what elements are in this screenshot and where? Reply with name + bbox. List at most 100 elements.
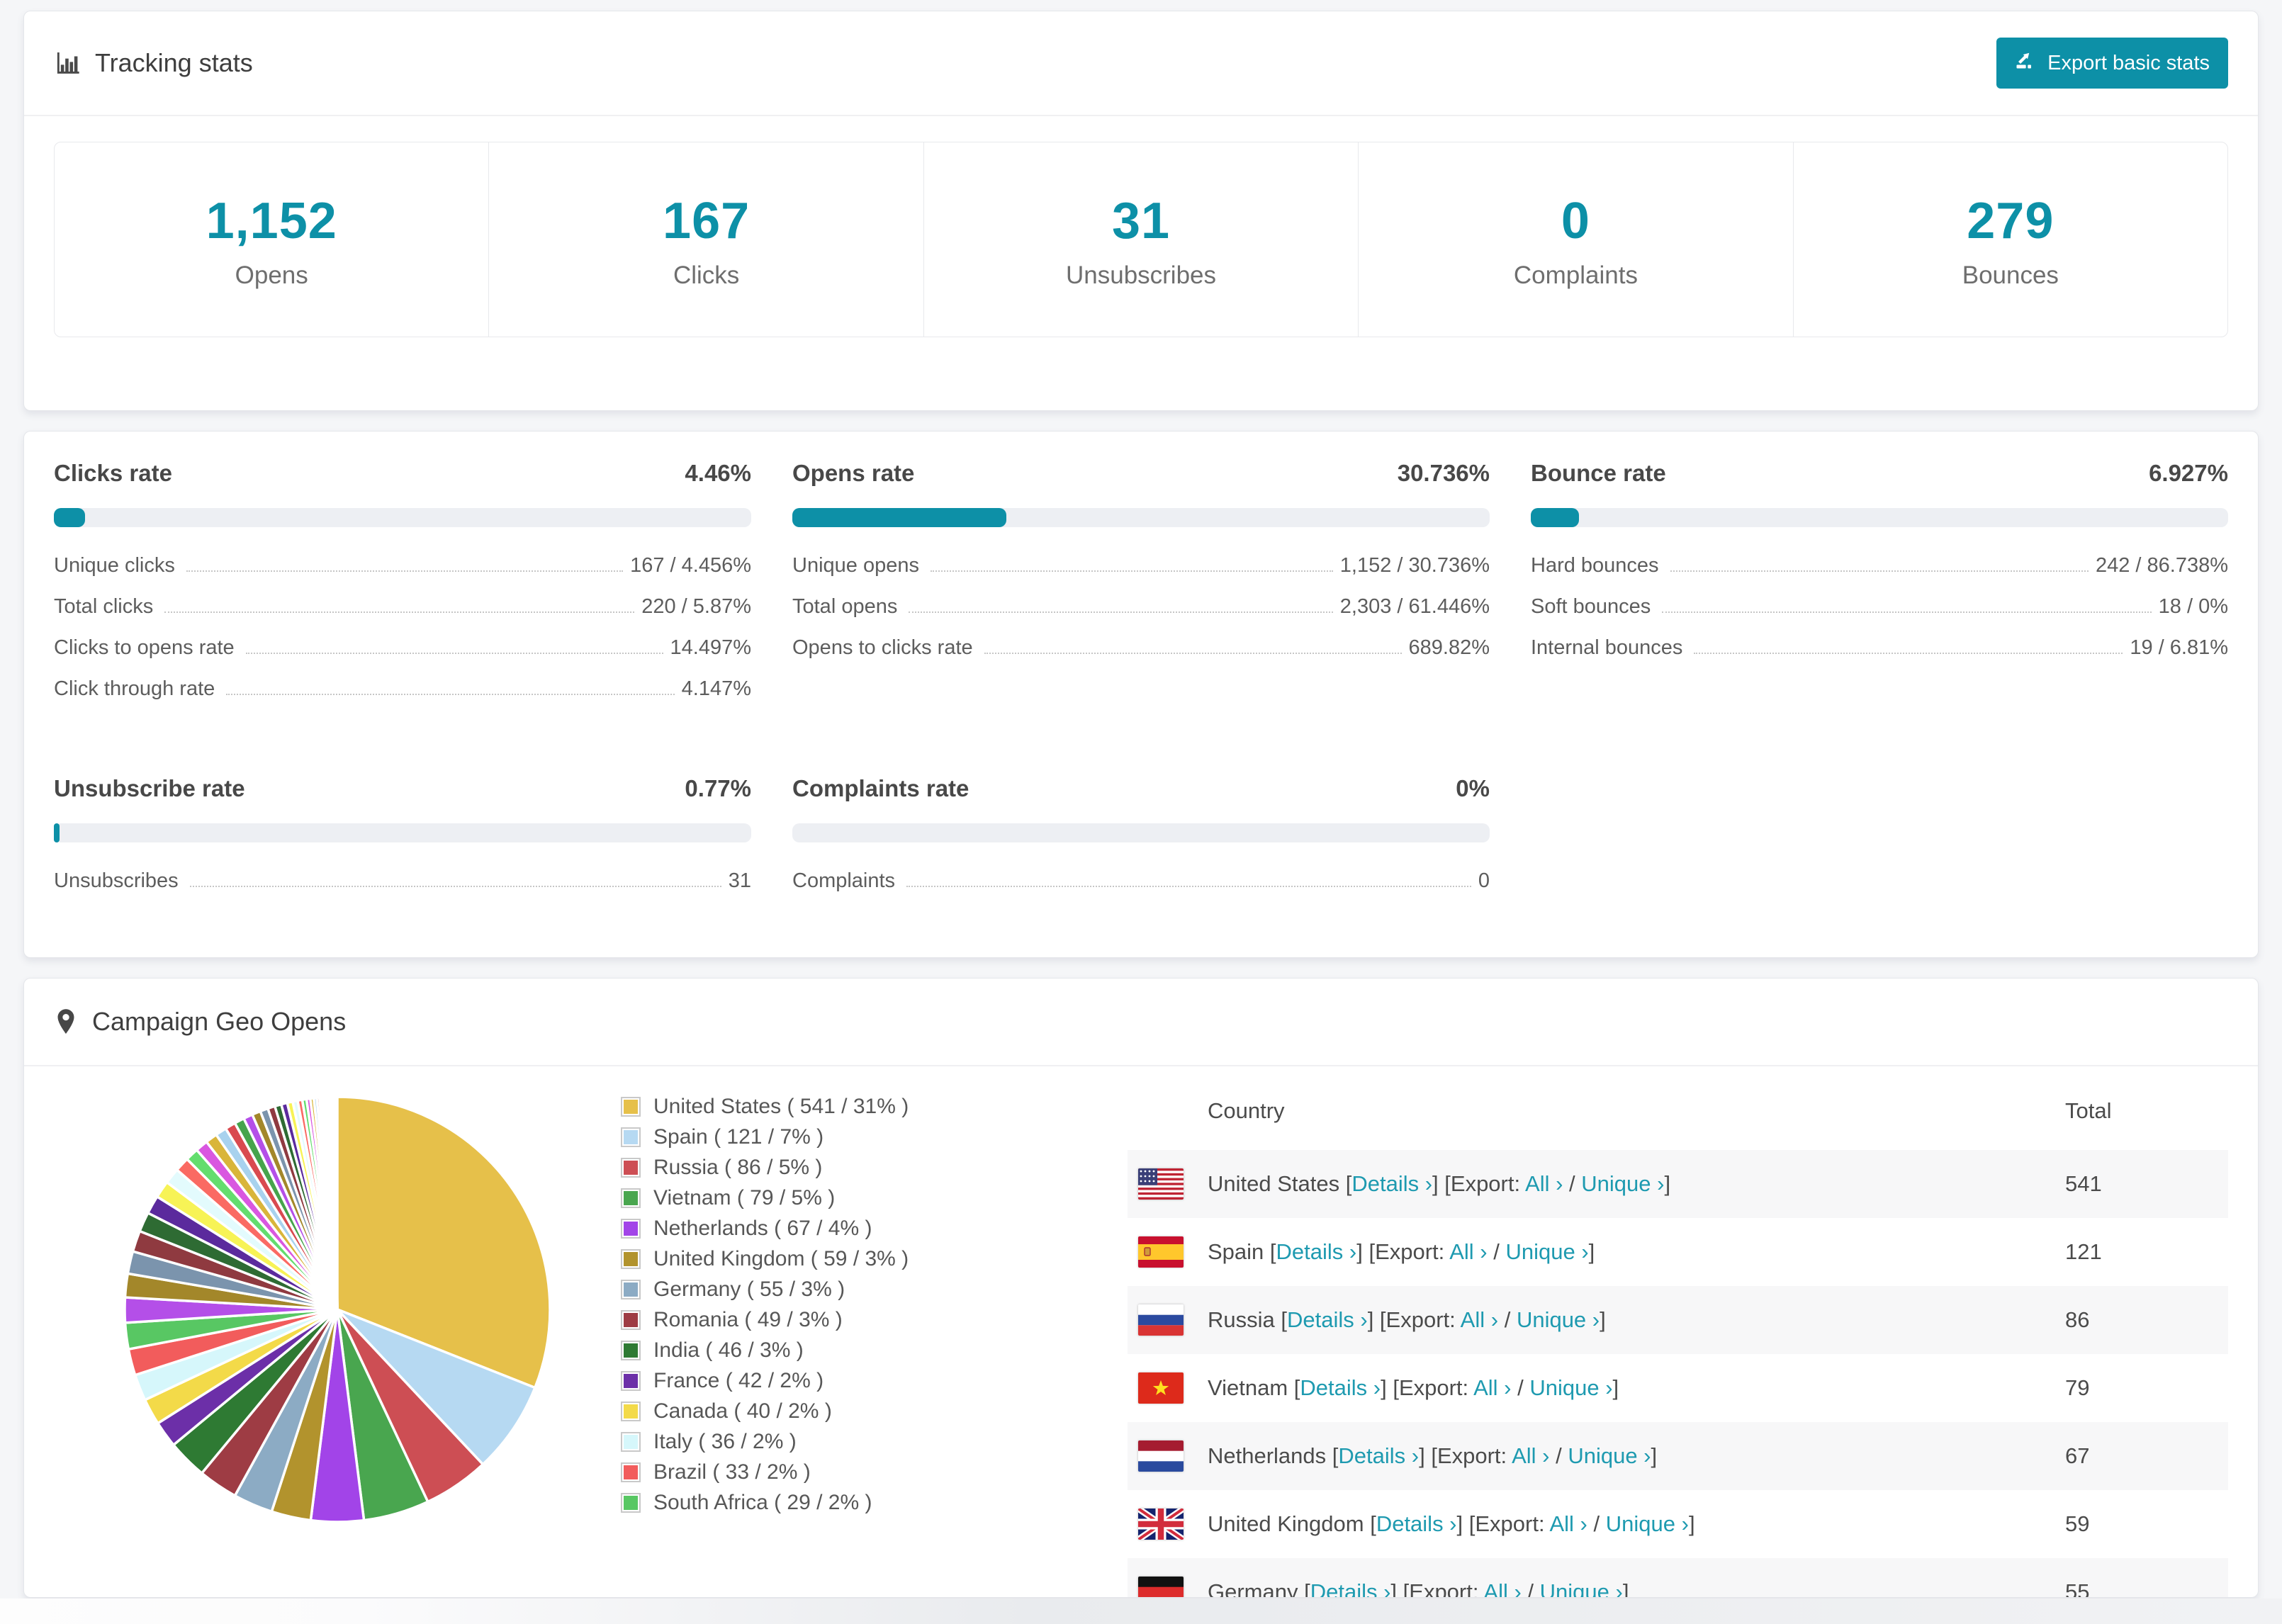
stat-value: 0 [1561, 193, 1590, 249]
rate-detail-row: Soft bounces 18 / 0% [1531, 585, 2228, 626]
export-all-link[interactable]: All › [1473, 1375, 1511, 1400]
stat-box-clicks: 167 Clicks [489, 142, 924, 337]
country-name: Spain [1208, 1239, 1264, 1264]
legend-swatch [621, 1341, 641, 1360]
rates-grid: Clicks rate 4.46% Unique clicks 167 / 4.456… [24, 432, 2258, 929]
tracking-stats-title-text: Tracking stats [95, 48, 253, 77]
legend-swatch [621, 1249, 641, 1269]
dotted-leader [189, 886, 721, 887]
rate-title: Clicks rate [54, 460, 172, 486]
rate-detail-value: 2,303 / 61.446% [1339, 595, 1490, 618]
legend-swatch [621, 1432, 641, 1452]
rate-detail-value: 167 / 4.456% [630, 554, 751, 577]
export-all-link[interactable]: All › [1525, 1171, 1563, 1196]
rate-detail-value: 0 [1478, 869, 1490, 892]
rate-detail-row: Hard bounces 242 / 86.738% [1531, 544, 2228, 585]
export-unique-link[interactable]: Unique › [1606, 1511, 1689, 1536]
link-separator: / [1556, 1443, 1562, 1468]
rate-detail-row: Clicks to opens rate 14.497% [54, 626, 751, 667]
total-cell: 67 [2065, 1443, 2090, 1468]
stat-box-unsubscribes: 31 Unsubscribes [924, 142, 1359, 337]
legend-item-united-kingdom: United Kingdom ( 59 / 3% ) [621, 1247, 1128, 1271]
rate-head: Complaints rate 0% [792, 775, 1490, 802]
total-cell: 55 [2065, 1579, 2090, 1598]
export-unique-link[interactable]: Unique › [1581, 1171, 1664, 1196]
rate-rows: Complaints 0 [792, 859, 1490, 901]
export-all-link[interactable]: All › [1512, 1443, 1549, 1468]
rate-progress-fill [54, 508, 85, 527]
export-all-link[interactable]: All › [1483, 1579, 1521, 1597]
rate-progress-track [54, 508, 751, 527]
link-separator: / [1493, 1239, 1500, 1264]
rate-title: Opens rate [792, 460, 915, 486]
export-icon [2015, 50, 2036, 77]
us-flag-icon [1138, 1168, 1184, 1200]
big-stats-row: 1,152 Opens 167 Clicks 31 Unsubscribes 0 Compla… [54, 142, 2228, 337]
legend-swatch [621, 1097, 641, 1117]
bar-chart-icon [54, 50, 81, 77]
export-unique-link[interactable]: Unique › [1517, 1307, 1600, 1332]
legend-label: France ( 42 / 2% ) [653, 1369, 824, 1392]
legend-swatch [621, 1127, 641, 1147]
export-basic-stats-button[interactable]: Export basic stats [1996, 38, 2228, 89]
table-row-germany: Germany [Details ›] [Export: All › / Uni… [1128, 1558, 2228, 1598]
dotted-leader [984, 653, 1402, 654]
legend-swatch [621, 1219, 641, 1239]
table-row-united-kingdom: United Kingdom [Details ›] [Export: All … [1128, 1490, 2228, 1558]
legend-swatch [621, 1310, 641, 1330]
dotted-leader [164, 611, 635, 613]
dotted-leader [930, 570, 1333, 572]
stat-value: 167 [663, 193, 751, 249]
export-button-label: Export basic stats [2047, 51, 2210, 74]
country-cell: United Kingdom [Details ›] [Export: All … [1208, 1511, 1695, 1536]
export-all-link[interactable]: All › [1549, 1511, 1587, 1536]
geo-title: Campaign Geo Opens [54, 1007, 346, 1037]
legend-swatch [621, 1371, 641, 1391]
table-row-spain: Spain [Details ›] [Export: All › / Uniqu… [1128, 1218, 2228, 1286]
dotted-leader [1694, 653, 2123, 654]
legend-label: Canada ( 40 / 2% ) [653, 1399, 832, 1423]
rate-detail-label: Hard bounces [1531, 554, 1659, 577]
rate-value: 30.736% [1397, 460, 1490, 486]
details-link[interactable]: Details › [1338, 1443, 1419, 1468]
rate-detail-label: Soft bounces [1531, 595, 1651, 618]
rate-detail-label: Unique clicks [54, 554, 175, 577]
details-link[interactable]: Details › [1376, 1511, 1457, 1536]
details-link[interactable]: Details › [1276, 1239, 1357, 1264]
export-unique-link[interactable]: Unique › [1540, 1579, 1623, 1597]
stat-value: 279 [1967, 193, 2055, 249]
export-all-link[interactable]: All › [1461, 1307, 1498, 1332]
geo-country-table: Country Total United States [Details ›] … [1128, 1072, 2228, 1598]
rate-detail-value: 4.147% [681, 677, 751, 700]
rate-head: Unsubscribe rate 0.77% [54, 775, 751, 802]
details-link[interactable]: Details › [1310, 1579, 1391, 1597]
rate-rows: Unique opens 1,152 / 30.736% Total opens 2,… [792, 544, 1490, 667]
stat-label: Clicks [673, 261, 740, 289]
details-link[interactable]: Details › [1351, 1171, 1432, 1196]
stat-box-opens: 1,152 Opens [55, 142, 490, 337]
rate-detail-row: Internal bounces 19 / 6.81% [1531, 626, 2228, 667]
rates-card: Clicks rate 4.46% Unique clicks 167 / 4.456… [23, 431, 2259, 958]
export-label: Export: [1409, 1579, 1479, 1598]
export-unique-link[interactable]: Unique › [1529, 1375, 1612, 1400]
dotted-leader [909, 611, 1333, 613]
details-link[interactable]: Details › [1287, 1307, 1368, 1332]
campaign-geo-opens-card: Campaign Geo Opens United States ( 541 /… [23, 978, 2259, 1598]
rate-block-complaints-rate: Complaints rate 0% Complaints 0 [792, 775, 1490, 901]
rate-value: 4.46% [685, 460, 751, 486]
country-name: Russia [1208, 1307, 1275, 1332]
legend-swatch [621, 1462, 641, 1482]
export-all-link[interactable]: All › [1449, 1239, 1487, 1264]
legend-label: Vietnam ( 79 / 5% ) [653, 1186, 836, 1209]
export-label: Export: [1398, 1375, 1469, 1400]
rate-detail-row: Opens to clicks rate 689.82% [792, 626, 1490, 667]
legend-item-india: India ( 46 / 3% ) [621, 1338, 1128, 1363]
export-unique-link[interactable]: Unique › [1568, 1443, 1651, 1468]
export-unique-link[interactable]: Unique › [1505, 1239, 1588, 1264]
legend-swatch [621, 1188, 641, 1208]
geo-body: United States ( 541 / 31% ) Spain ( 121 /… [24, 1066, 2258, 1598]
details-link[interactable]: Details › [1300, 1375, 1381, 1400]
country-name: United States [1208, 1171, 1340, 1196]
legend-item-france: France ( 42 / 2% ) [621, 1369, 1128, 1393]
legend-label: Russia ( 86 / 5% ) [653, 1156, 823, 1179]
